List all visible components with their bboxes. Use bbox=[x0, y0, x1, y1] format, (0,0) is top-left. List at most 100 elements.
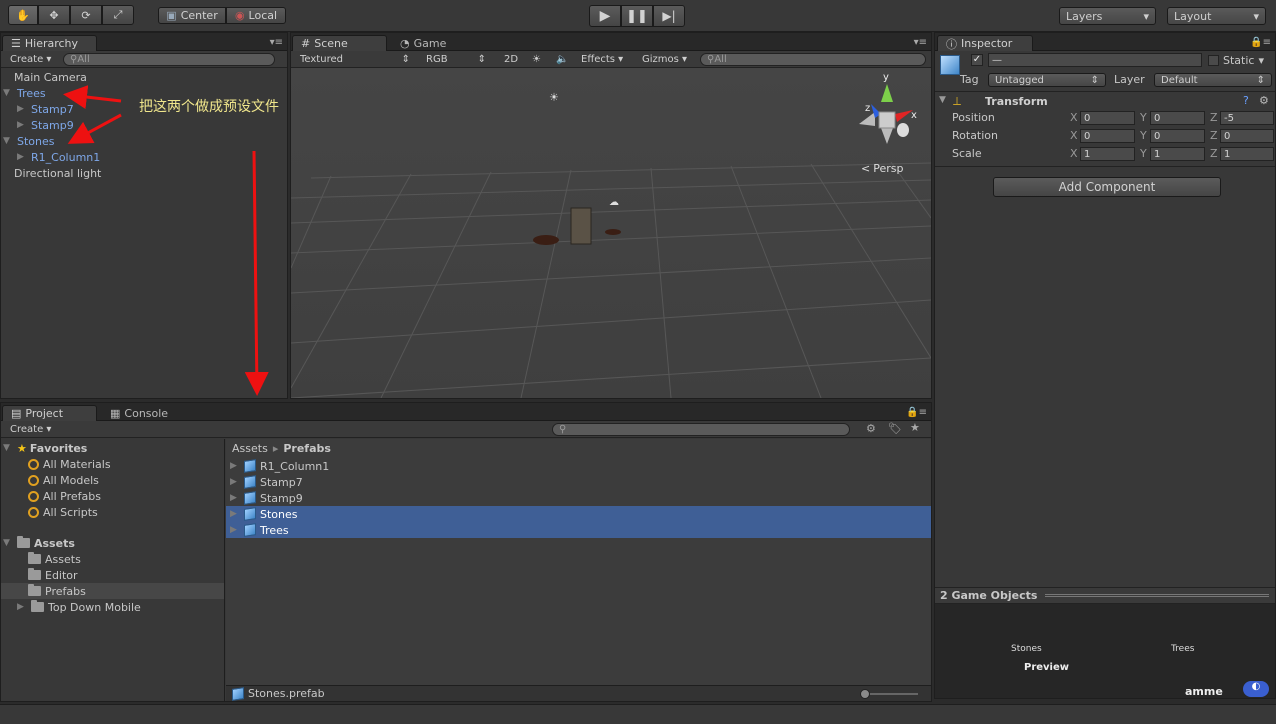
name-field[interactable]: — bbox=[988, 53, 1202, 67]
layout-dropdown[interactable]: Layout ▾ bbox=[1167, 7, 1266, 25]
shading-label: Textured bbox=[300, 54, 343, 65]
scale-tool-icon[interactable]: ⤢ bbox=[102, 5, 134, 25]
prefab-cube-icon bbox=[244, 475, 256, 489]
gear-icon[interactable]: ⚙ bbox=[1259, 94, 1269, 107]
gizmos-dropdown[interactable]: Gizmos ▾ bbox=[637, 53, 692, 66]
file-label: Stones bbox=[260, 507, 298, 521]
tag-dropdown[interactable]: Untagged ⇕ bbox=[988, 73, 1106, 87]
rotation-x-field[interactable]: 0 bbox=[1080, 129, 1135, 143]
static-toggle[interactable]: Static ▾ bbox=[1208, 54, 1264, 67]
filter-type-icon[interactable]: ⚙ bbox=[866, 422, 876, 435]
panel-menu-icon[interactable]: ▾≡ bbox=[914, 37, 927, 48]
preview-item-stones[interactable]: Stones bbox=[1011, 644, 1042, 654]
layer-dropdown[interactable]: Default ⇕ bbox=[1154, 73, 1272, 87]
collapsed-arrow-icon[interactable]: ▶ bbox=[230, 509, 244, 519]
lighting-icon[interactable]: ☀ bbox=[527, 53, 546, 66]
file-row[interactable]: ▶ Stamp7 bbox=[226, 474, 931, 490]
pivot-center-button[interactable]: ▣ Center bbox=[158, 7, 226, 24]
rotation-y-field[interactable]: 0 bbox=[1150, 129, 1205, 143]
filter-label-icon[interactable]: 🏷 bbox=[888, 422, 902, 435]
favorites-header[interactable]: ▼ ★ Favorites bbox=[3, 440, 87, 456]
scale-y-field[interactable]: 1 bbox=[1150, 147, 1205, 161]
favorite-label: All Prefabs bbox=[43, 489, 101, 503]
folder-item[interactable]: Editor bbox=[28, 567, 78, 583]
breadcrumb-current[interactable]: Prefabs bbox=[283, 442, 331, 455]
scene-gizmo[interactable]: y x z < Persp bbox=[851, 72, 923, 184]
rotation-label: Rotation bbox=[952, 129, 999, 142]
file-row[interactable]: ▶ Stamp9 bbox=[226, 490, 931, 506]
active-checkbox[interactable]: ✓ bbox=[971, 54, 983, 66]
layers-dropdown[interactable]: Layers ▾ bbox=[1059, 7, 1156, 25]
drag-handle[interactable] bbox=[1045, 594, 1269, 597]
hand-tool-icon[interactable]: ✋ bbox=[8, 5, 38, 25]
scene-viewport[interactable]: ☁ ☀ y x z < Persp bbox=[291, 68, 931, 398]
lock-icon[interactable]: 🔒≡ bbox=[906, 407, 927, 418]
scale-x-field[interactable]: 1 bbox=[1080, 147, 1135, 161]
space-label: Local bbox=[248, 9, 278, 22]
collapsed-arrow-icon[interactable]: ▶ bbox=[230, 461, 244, 471]
preview-item-trees[interactable]: Trees bbox=[1171, 644, 1194, 654]
tab-project[interactable]: ▤ Project bbox=[2, 405, 97, 421]
position-y-field[interactable]: 0 bbox=[1150, 111, 1205, 125]
persp-toggle[interactable]: < Persp bbox=[861, 162, 903, 175]
collapsed-arrow-icon[interactable]: ▶ bbox=[17, 602, 31, 612]
render-dropdown[interactable]: RGB ⇕ bbox=[421, 53, 491, 66]
search-filter-icon bbox=[28, 506, 39, 518]
lock-icon[interactable]: 🔒≡ bbox=[1250, 37, 1271, 48]
collapsed-arrow-icon[interactable]: ▶ bbox=[230, 493, 244, 503]
folder-item[interactable]: Assets bbox=[28, 551, 81, 567]
grid-icon: # bbox=[301, 37, 311, 50]
collapsed-arrow-icon[interactable]: ▶ bbox=[230, 525, 244, 535]
position-z-field[interactable]: -5 bbox=[1220, 111, 1274, 125]
tab-scene[interactable]: # Scene bbox=[292, 35, 387, 51]
file-row-selected[interactable]: ▶ Stones bbox=[226, 506, 931, 522]
favorite-star-icon[interactable]: ★ bbox=[910, 421, 920, 434]
step-icon[interactable]: ▶| bbox=[653, 5, 685, 27]
breadcrumb: Assets ▸ Prefabs bbox=[232, 440, 331, 456]
tab-inspector-label: Inspector bbox=[961, 37, 1013, 50]
scene-search-input[interactable]: ⚲ All bbox=[700, 53, 926, 66]
play-icon[interactable]: ▶ bbox=[589, 5, 621, 27]
effects-dropdown[interactable]: Effects ▾ bbox=[576, 53, 628, 66]
console-icon: ▦ bbox=[110, 407, 121, 420]
toggle-2d-button[interactable]: 2D bbox=[499, 53, 523, 66]
project-status-bar: Stones.prefab bbox=[226, 685, 931, 701]
favorite-item[interactable]: All Models bbox=[28, 472, 99, 488]
file-row[interactable]: ▶ R1_Column1 bbox=[226, 458, 931, 474]
expanded-arrow-icon[interactable]: ▼ bbox=[3, 538, 17, 548]
folder-item[interactable]: Prefabs bbox=[1, 583, 224, 599]
icon-size-slider[interactable] bbox=[862, 693, 918, 695]
help-icon[interactable]: ? bbox=[1243, 94, 1249, 107]
breadcrumb-root[interactable]: Assets bbox=[232, 442, 268, 455]
divider bbox=[935, 166, 1275, 167]
move-tool-icon[interactable]: ✥ bbox=[38, 5, 70, 25]
add-component-button[interactable]: Add Component bbox=[993, 177, 1221, 197]
tab-game[interactable]: ◔ Game bbox=[391, 35, 461, 51]
pause-icon[interactable]: ❚❚ bbox=[621, 5, 653, 27]
preview-header[interactable]: 2 Game Objects bbox=[935, 587, 1275, 604]
rotation-z-field[interactable]: 0 bbox=[1220, 129, 1274, 143]
search-filter-icon bbox=[28, 490, 39, 502]
audio-icon[interactable]: 🔈 bbox=[551, 53, 573, 66]
shading-dropdown[interactable]: Textured ⇕ bbox=[295, 53, 415, 66]
watermark-badge-icon: ◐ bbox=[1243, 681, 1269, 697]
project-create-dropdown[interactable]: Create ▾ bbox=[5, 423, 56, 436]
favorite-item[interactable]: All Prefabs bbox=[28, 488, 101, 504]
assets-header[interactable]: ▼ Assets bbox=[3, 535, 75, 551]
tab-inspector[interactable]: ⓘ Inspector bbox=[937, 35, 1033, 51]
project-search-input[interactable]: ⚲ bbox=[552, 423, 850, 436]
file-row-selected[interactable]: ▶ Trees bbox=[226, 522, 931, 538]
favorite-item[interactable]: All Materials bbox=[28, 456, 111, 472]
space-local-button[interactable]: ◉ Local bbox=[226, 7, 286, 24]
collapsed-arrow-icon[interactable]: ▶ bbox=[230, 477, 244, 487]
expanded-arrow-icon[interactable]: ▼ bbox=[939, 95, 946, 105]
position-x-field[interactable]: 0 bbox=[1080, 111, 1135, 125]
scale-z-field[interactable]: 1 bbox=[1220, 147, 1274, 161]
slider-thumb[interactable] bbox=[860, 689, 870, 699]
favorite-item[interactable]: All Scripts bbox=[28, 504, 98, 520]
rotate-tool-icon[interactable]: ⟳ bbox=[70, 5, 102, 25]
tab-console[interactable]: ▦ Console bbox=[101, 405, 181, 421]
folder-item[interactable]: ▶ Top Down Mobile bbox=[17, 599, 141, 615]
expanded-arrow-icon[interactable]: ▼ bbox=[3, 443, 17, 453]
static-checkbox[interactable] bbox=[1208, 55, 1219, 66]
